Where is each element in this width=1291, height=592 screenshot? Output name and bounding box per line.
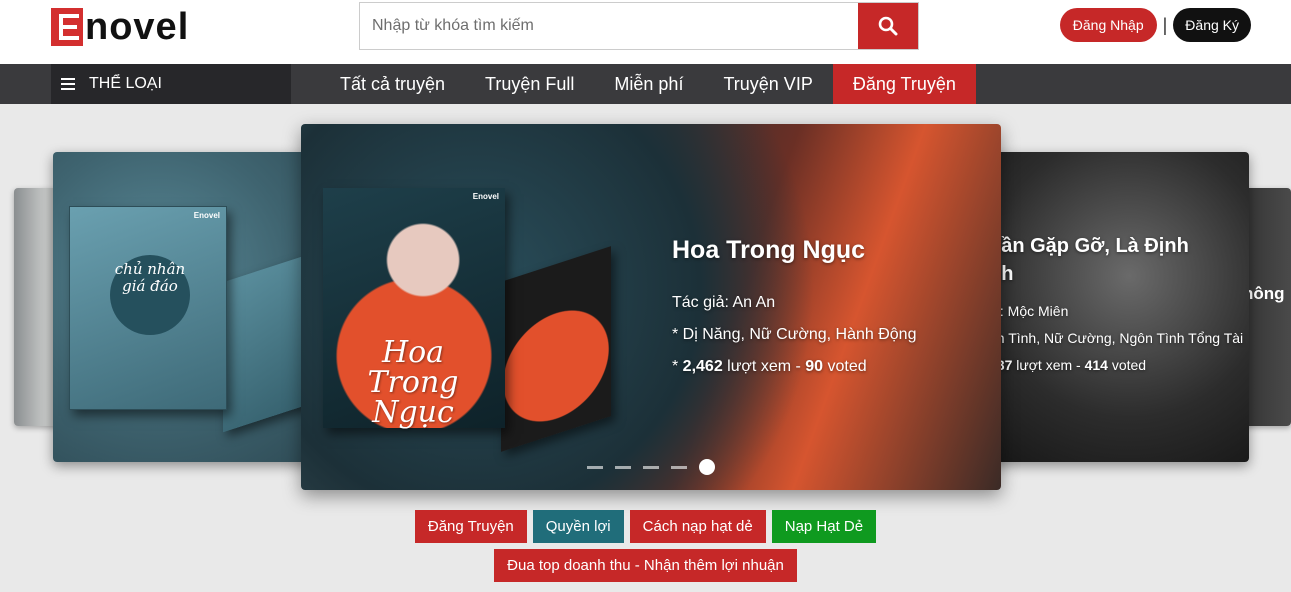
slide-title[interactable]: Hoa Trong Ngục <box>672 236 916 265</box>
book-cover-title: Hoa Trong Ngục <box>367 335 459 430</box>
action-row: Đua top doanh thu - Nhận thêm lợi nhuận <box>0 549 1291 582</box>
benefits-button[interactable]: Quyền lợi <box>532 510 624 543</box>
revenue-contest-button[interactable]: Đua top doanh thu - Nhận thêm lợi nhuận <box>494 549 797 582</box>
slide-author: Tác giả: An An <box>672 294 776 311</box>
category-label: THỂ LOẠI <box>89 75 162 92</box>
carousel-dot[interactable] <box>615 465 631 469</box>
carousel-slide-active[interactable]: Enovel Hoa Trong Ngục Hoa Trong Ngục Tác… <box>301 124 1001 490</box>
slide-author: iả: Mộc Miên <box>989 303 1069 319</box>
book-cover: Enovel chủ nhân giá đáo <box>69 206 227 410</box>
book-cover-title: chủ nhân giá đáo <box>114 260 186 295</box>
slide-genres: ôn Tình, Nữ Cường, Ngôn Tình Tổng Tài <box>989 330 1244 346</box>
slide-title: Lần Gặp Gỡ, Là Định nh <box>989 235 1189 285</box>
carousel-dot-active[interactable] <box>699 459 715 475</box>
book-logo: Enovel <box>472 192 499 201</box>
votes-count: 414 <box>1084 357 1108 373</box>
slide-title-fragment: hông <box>1243 284 1285 303</box>
slide-genres: * Dị Năng, Nữ Cường, Hành Động <box>672 326 917 343</box>
logo[interactable]: novel <box>51 6 189 48</box>
book-logo: Enovel <box>193 211 220 220</box>
votes-label: voted <box>823 358 867 375</box>
how-to-topup-button[interactable]: Cách nạp hạt dẻ <box>629 510 766 543</box>
views-label: lượt xem - <box>1012 357 1085 373</box>
action-buttons: Đăng Truyện Quyền lợi Cách nạp hạt dẻ Nạ… <box>0 510 1291 582</box>
votes-count: 90 <box>805 358 824 375</box>
nav-menu: Tất cả truyện Truyện Full Miễn phí Truyệ… <box>320 64 976 104</box>
carousel-dot[interactable] <box>671 465 687 469</box>
search-bar <box>359 2 919 50</box>
register-button[interactable]: Đăng Ký <box>1173 8 1251 42</box>
header: novel Đăng Nhập | Đăng Ký <box>0 0 1291 64</box>
nav-item-free[interactable]: Miễn phí <box>594 64 703 104</box>
votes-label: voted <box>1107 357 1147 373</box>
stats-prefix: * <box>672 358 683 375</box>
book-cover: Enovel Hoa Trong Ngục <box>323 188 505 428</box>
search-icon <box>878 16 898 36</box>
action-row: Đăng Truyện Quyền lợi Cách nạp hạt dẻ Nạ… <box>0 510 1291 543</box>
carousel-dots <box>587 459 715 475</box>
slide-info: Hoa Trong Ngục Tác giả: An An * Dị Năng,… <box>672 236 916 383</box>
carousel-dot[interactable] <box>587 465 603 469</box>
auth-separator: | <box>1162 14 1168 35</box>
logo-text: novel <box>85 6 190 48</box>
slide-info: Lần Gặp Gỡ, Là Định nh iả: Mộc Miên ôn T… <box>989 232 1248 379</box>
carousel-dot[interactable] <box>643 465 659 469</box>
category-menu-button[interactable]: THỂ LOẠI <box>51 64 291 104</box>
book-cover-back <box>501 246 611 452</box>
search-button[interactable] <box>858 3 918 49</box>
hamburger-icon <box>61 78 75 90</box>
auth-buttons: Đăng Nhập | Đăng Ký <box>1059 8 1251 42</box>
views-count: 2,462 <box>682 358 723 375</box>
nav-item-post-story[interactable]: Đăng Truyện <box>832 64 976 104</box>
nav-item-vip[interactable]: Truyện VIP <box>703 64 832 104</box>
post-story-button[interactable]: Đăng Truyện <box>414 510 527 543</box>
topup-button[interactable]: Nạp Hạt Dẻ <box>771 510 877 543</box>
logo-e-icon <box>51 8 83 46</box>
slide-stats: * 2,462 lượt xem - 90 voted <box>672 351 916 383</box>
nav-item-full-stories[interactable]: Truyện Full <box>465 64 594 104</box>
login-button[interactable]: Đăng Nhập <box>1059 8 1157 42</box>
nav-item-all-stories[interactable]: Tất cả truyện <box>320 64 465 104</box>
search-input[interactable] <box>360 3 858 49</box>
views-label: lượt xem - <box>722 358 806 375</box>
main-nav: THỂ LOẠI Tất cả truyện Truyện Full Miễn … <box>0 64 1291 104</box>
slide-stats: 387 lượt xem - 414 voted <box>989 352 1248 379</box>
